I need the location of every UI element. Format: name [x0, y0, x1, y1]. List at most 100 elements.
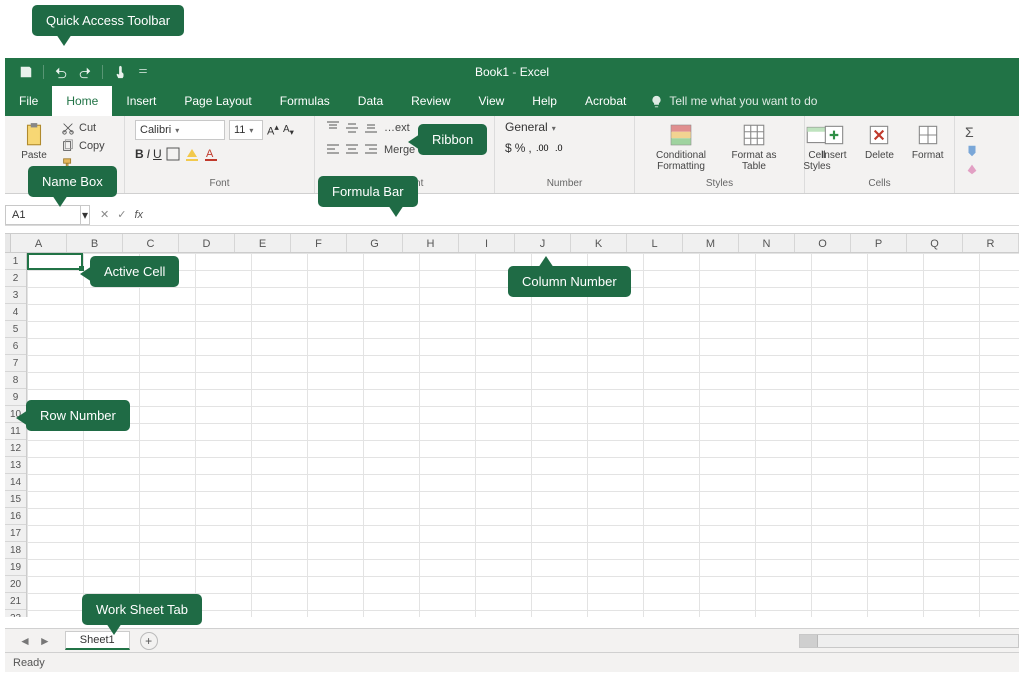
delete-cells-button[interactable]: Delete — [859, 120, 900, 163]
sheet-nav-next-icon[interactable]: ► — [39, 634, 51, 648]
save-icon[interactable] — [19, 65, 33, 79]
row-header[interactable]: 21 — [5, 593, 26, 610]
font-name-combo[interactable]: Calibri▾ — [135, 120, 225, 140]
decrease-font-icon[interactable]: A▾ — [283, 124, 294, 137]
fx-icon[interactable]: fx — [134, 209, 143, 221]
align-right-icon[interactable] — [363, 142, 379, 158]
italic-button[interactable]: I — [147, 147, 150, 161]
scrollbar-thumb[interactable] — [800, 635, 818, 647]
column-header[interactable]: L — [627, 234, 683, 252]
tab-data[interactable]: Data — [344, 86, 397, 116]
row-header[interactable]: 19 — [5, 559, 26, 576]
row-header[interactable]: 9 — [5, 389, 26, 406]
autosum-icon[interactable]: Σ — [965, 124, 974, 140]
bold-button[interactable]: B — [135, 147, 144, 161]
row-header[interactable]: 6 — [5, 338, 26, 355]
new-sheet-button[interactable]: + — [140, 632, 158, 650]
row-header[interactable]: 13 — [5, 457, 26, 474]
align-middle-icon[interactable] — [344, 120, 360, 136]
accounting-format-button[interactable]: $ — [505, 141, 512, 155]
align-left-icon[interactable] — [325, 142, 341, 158]
touch-mode-icon[interactable] — [113, 65, 127, 79]
row-header[interactable]: 8 — [5, 372, 26, 389]
fill-icon[interactable] — [965, 144, 979, 158]
row-header[interactable]: 22 — [5, 610, 26, 617]
tab-acrobat[interactable]: Acrobat — [571, 86, 640, 116]
align-bottom-icon[interactable] — [363, 120, 379, 136]
increase-font-icon[interactable]: A▴ — [267, 122, 279, 138]
number-format-combo[interactable]: General▾ — [505, 120, 623, 134]
row-header[interactable]: 18 — [5, 542, 26, 559]
worksheet-grid[interactable] — [27, 253, 1019, 617]
row-header[interactable]: 20 — [5, 576, 26, 593]
enter-formula-icon[interactable]: ✓ — [117, 208, 126, 221]
copy-button[interactable]: Copy — [59, 138, 107, 154]
column-header[interactable]: B — [67, 234, 123, 252]
row-header[interactable]: 7 — [5, 355, 26, 372]
column-header[interactable]: C — [123, 234, 179, 252]
undo-icon[interactable] — [54, 65, 68, 79]
column-header[interactable]: Q — [907, 234, 963, 252]
column-header[interactable]: P — [851, 234, 907, 252]
active-cell[interactable] — [27, 253, 83, 270]
percent-format-button[interactable]: % — [515, 141, 526, 155]
column-header[interactable]: J — [515, 234, 571, 252]
wrap-text-button[interactable]: …ext — [382, 121, 412, 135]
column-header[interactable]: F — [291, 234, 347, 252]
horizontal-scrollbar[interactable] — [799, 634, 1019, 648]
column-header[interactable]: E — [235, 234, 291, 252]
tab-page-layout[interactable]: Page Layout — [170, 86, 265, 116]
comma-format-button[interactable]: , — [528, 141, 531, 155]
format-cells-button[interactable]: Format — [906, 120, 950, 163]
row-header[interactable]: 4 — [5, 304, 26, 321]
name-box-dropdown[interactable]: ▾ — [80, 205, 90, 225]
formula-bar-input[interactable] — [153, 205, 1019, 225]
row-header[interactable]: 12 — [5, 440, 26, 457]
cut-button[interactable]: Cut — [59, 120, 107, 136]
increase-decimal-button[interactable]: .00 — [535, 140, 551, 156]
paste-button[interactable]: Paste — [15, 120, 53, 163]
insert-cells-button[interactable]: Insert — [815, 120, 853, 163]
column-header[interactable]: K — [571, 234, 627, 252]
row-header[interactable]: 5 — [5, 321, 26, 338]
row-header[interactable]: 3 — [5, 287, 26, 304]
row-header[interactable]: 2 — [5, 270, 26, 287]
tab-home[interactable]: Home — [52, 86, 112, 116]
column-header[interactable]: H — [403, 234, 459, 252]
row-header[interactable]: 1 — [5, 253, 26, 270]
row-header[interactable]: 14 — [5, 474, 26, 491]
customize-qat-icon[interactable] — [137, 66, 149, 78]
align-center-icon[interactable] — [344, 142, 360, 158]
row-header[interactable]: 17 — [5, 525, 26, 542]
column-header[interactable]: D — [179, 234, 235, 252]
decrease-decimal-button[interactable]: .0 — [554, 140, 570, 156]
font-color-button[interactable]: A — [203, 146, 219, 162]
border-button[interactable] — [165, 146, 181, 162]
column-header[interactable]: O — [795, 234, 851, 252]
clear-icon[interactable] — [965, 162, 979, 176]
name-box[interactable]: A1 — [5, 205, 80, 225]
column-header[interactable]: N — [739, 234, 795, 252]
tab-view[interactable]: View — [465, 86, 519, 116]
row-header[interactable]: 16 — [5, 508, 26, 525]
row-header[interactable]: 15 — [5, 491, 26, 508]
sheet-nav-prev-icon[interactable]: ◄ — [19, 634, 31, 648]
tell-me-search[interactable]: Tell me what you want to do — [650, 86, 817, 116]
column-header[interactable]: A — [11, 234, 67, 252]
column-header[interactable]: I — [459, 234, 515, 252]
tab-help[interactable]: Help — [518, 86, 571, 116]
tab-formulas[interactable]: Formulas — [266, 86, 344, 116]
tab-file[interactable]: File — [5, 86, 52, 116]
underline-button[interactable]: U — [153, 147, 162, 161]
fill-color-button[interactable] — [184, 146, 200, 162]
cancel-formula-icon[interactable]: ✕ — [100, 208, 109, 221]
font-size-combo[interactable]: 11▾ — [229, 120, 263, 140]
column-header[interactable]: M — [683, 234, 739, 252]
align-top-icon[interactable] — [325, 120, 341, 136]
tab-insert[interactable]: Insert — [112, 86, 170, 116]
conditional-formatting-button[interactable]: Conditional Formatting — [645, 120, 717, 174]
tab-review[interactable]: Review — [397, 86, 464, 116]
column-header[interactable]: G — [347, 234, 403, 252]
redo-icon[interactable] — [78, 65, 92, 79]
column-header[interactable]: R — [963, 234, 1019, 252]
